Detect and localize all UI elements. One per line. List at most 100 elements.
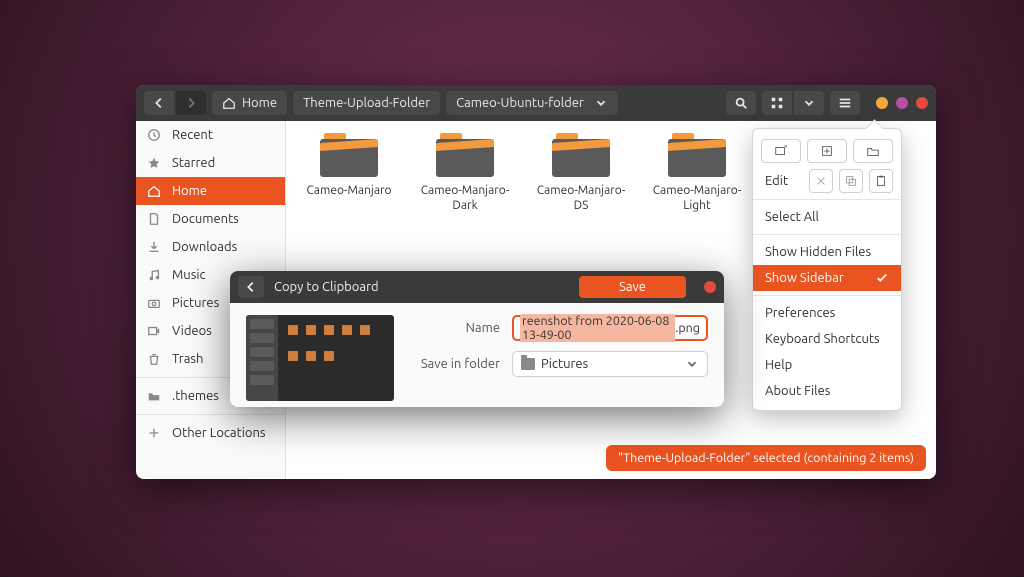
menu-label: Show Sidebar [765, 271, 844, 285]
menu-show-hidden[interactable]: Show Hidden Files [753, 239, 901, 265]
chevron-left-icon [244, 280, 258, 294]
menu-label: Show Hidden Files [765, 245, 871, 259]
save-button[interactable]: Save [579, 276, 686, 298]
copy-button[interactable] [839, 169, 863, 193]
folder-label: Cameo-Manjaro-Dark [416, 183, 514, 213]
cut-button[interactable] [809, 169, 833, 193]
music-icon [146, 267, 162, 283]
folder-label: Cameo-Manjaro [300, 183, 398, 198]
paste-button[interactable] [869, 169, 893, 193]
menu-label: Select All [765, 210, 819, 224]
window-controls [876, 97, 928, 109]
home-icon [222, 96, 236, 110]
view-switcher [762, 91, 824, 115]
sidebar-item-documents[interactable]: Documents [136, 205, 285, 233]
breadcrumb-label: Home [242, 96, 277, 110]
dialog-back-button[interactable] [238, 276, 264, 298]
trash-icon [146, 351, 162, 367]
menu-select-all[interactable]: Select All [753, 204, 901, 230]
screenshot-thumbnail [246, 315, 394, 401]
sidebar-item-label: Music [172, 268, 206, 282]
breadcrumb-home[interactable]: Home [212, 91, 287, 115]
cut-icon [814, 174, 828, 188]
menu-label: Keyboard Shortcuts [765, 332, 880, 346]
video-icon [146, 323, 162, 339]
menu-shortcuts[interactable]: Keyboard Shortcuts [753, 326, 901, 352]
nav-back-forward [144, 91, 206, 115]
menu-edit-label: Edit [761, 174, 803, 188]
sidebar-item-starred[interactable]: Starred [136, 149, 285, 177]
folder-item[interactable]: Cameo-Manjaro-Light [648, 131, 746, 213]
back-button[interactable] [144, 91, 174, 115]
hamburger-icon [838, 96, 852, 110]
folder-item[interactable]: Cameo-Manjaro-DS [532, 131, 630, 213]
menu-about[interactable]: About Files [753, 378, 901, 404]
home-icon [146, 183, 162, 199]
folder-item[interactable]: Cameo-Manjaro-Dark [416, 131, 514, 213]
dialog-title: Copy to Clipboard [274, 280, 569, 294]
view-grid-button[interactable] [762, 91, 792, 115]
menu-show-sidebar[interactable]: Show Sidebar [753, 265, 901, 291]
sidebar-item-downloads[interactable]: Downloads [136, 233, 285, 261]
hamburger-menu: Edit Select All Show Hidden Files Show S… [752, 128, 902, 411]
doc-icon [146, 211, 162, 227]
chevron-down-icon [685, 357, 699, 371]
folder-icon [668, 131, 726, 177]
menu-label: Preferences [765, 306, 835, 320]
minimize-button[interactable] [876, 97, 888, 109]
check-icon [875, 271, 889, 285]
dialog-header: Copy to Clipboard Save [230, 271, 724, 303]
titlebar: Home Theme-Upload-Folder Cameo-Ubuntu-fo… [136, 85, 936, 121]
sidebar-item-label: .themes [172, 389, 219, 403]
hamburger-button[interactable] [830, 91, 860, 115]
plus-icon [146, 425, 162, 441]
sidebar-item-label: Other Locations [172, 426, 266, 440]
new-folder-button[interactable] [853, 139, 893, 163]
folder-icon [521, 358, 535, 370]
new-folder-icon [866, 144, 880, 158]
maximize-button[interactable] [896, 97, 908, 109]
view-options-button[interactable] [794, 91, 824, 115]
folder-icon [320, 131, 378, 177]
sidebar-item-other-locations[interactable]: Other Locations [136, 419, 285, 447]
dialog-form: Name reenshot from 2020-06-08 13-49-00.p… [410, 315, 708, 401]
dialog-close-button[interactable] [704, 281, 716, 293]
sidebar-item-home[interactable]: Home [136, 177, 285, 205]
download-icon [146, 239, 162, 255]
forward-button[interactable] [176, 91, 206, 115]
sidebar-item-label: Downloads [172, 240, 237, 254]
copy-icon [844, 174, 858, 188]
folder-label: Cameo-Manjaro-Light [648, 183, 746, 213]
new-tab-icon [774, 144, 788, 158]
search-icon [734, 96, 748, 110]
new-tab-button[interactable] [761, 139, 801, 163]
folder-select[interactable]: Pictures [512, 351, 708, 377]
menu-preferences[interactable]: Preferences [753, 300, 901, 326]
name-label: Name [410, 321, 500, 335]
sidebar-item-recent[interactable]: Recent [136, 121, 285, 149]
menu-help[interactable]: Help [753, 352, 901, 378]
camera-icon [146, 295, 162, 311]
sidebar-item-label: Videos [172, 324, 212, 338]
close-button[interactable] [916, 97, 928, 109]
folder-icon [552, 131, 610, 177]
screenshot-dialog: Copy to Clipboard Save Name reenshot fro… [230, 271, 724, 407]
menu-label: Help [765, 358, 792, 372]
breadcrumb-mid[interactable]: Theme-Upload-Folder [293, 91, 440, 115]
save-label: Save [619, 280, 646, 294]
folder-value: Pictures [541, 357, 588, 371]
folder-icon [436, 131, 494, 177]
new-window-button[interactable] [807, 139, 847, 163]
folder-icon [146, 388, 162, 404]
breadcrumb-last[interactable]: Cameo-Ubuntu-folder [446, 91, 618, 115]
menu-label: About Files [765, 384, 830, 398]
folder-label: Save in folder [410, 357, 500, 371]
search-button[interactable] [726, 91, 756, 115]
folder-item[interactable]: Cameo-Manjaro [300, 131, 398, 213]
name-input[interactable]: reenshot from 2020-06-08 13-49-00.png [512, 315, 708, 341]
sidebar-item-label: Trash [172, 352, 203, 366]
status-text: "Theme-Upload-Folder" selected (containi… [618, 451, 914, 465]
clock-icon [146, 127, 162, 143]
sidebar-item-label: Recent [172, 128, 213, 142]
star-icon [146, 155, 162, 171]
